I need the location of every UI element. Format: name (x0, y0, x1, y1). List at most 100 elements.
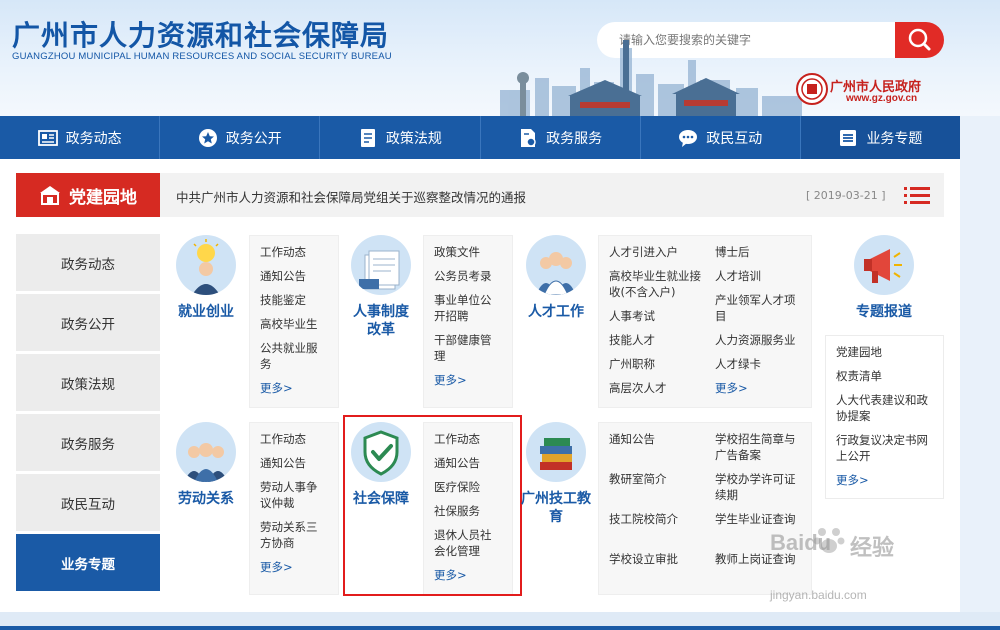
sidebar-item-news[interactable]: 政务动态 (16, 234, 160, 291)
link-item[interactable]: 人才引进入户 (609, 244, 701, 260)
more-link[interactable]: 更多> (715, 380, 805, 396)
link-item[interactable]: 公务员考录 (434, 268, 502, 284)
nav-label: 政民互动 (706, 130, 763, 147)
nav-item-topics[interactable]: 业务专题 (800, 116, 961, 159)
nav-label: 业务专题 (866, 130, 923, 147)
link-item[interactable]: 技工院校简介 (609, 511, 701, 527)
link-item[interactable]: 教研室简介 (609, 471, 701, 487)
sidebar-item-service[interactable]: 政务服务 (16, 414, 160, 471)
link-item[interactable]: 劳动人事争议仲裁 (260, 479, 328, 511)
nav-item-news[interactable]: 政务动态 (0, 116, 161, 159)
link-item[interactable]: 事业单位公开招聘 (434, 292, 502, 324)
party-building-bar: 党建园地 中共广州市人力资源和社会保障局党组关于巡察整改情况的通报 [ 2019… (16, 173, 944, 217)
nav-item-interact[interactable]: 政民互动 (641, 116, 801, 159)
nav-item-public[interactable]: 政务公开 (160, 116, 321, 159)
search-button[interactable] (895, 22, 944, 58)
gov-emblem-icon (796, 73, 828, 105)
link-item[interactable]: 人力资源服务业 (715, 332, 805, 348)
main-nav: 政务动态 政务公开 政策法规 政务服务 政民互动 业务专题 (0, 116, 961, 159)
party-badge-label: 党建园地 (69, 187, 137, 208)
party-news-link[interactable]: 中共广州市人力资源和社会保障局党组关于巡察整改情况的通报 (176, 187, 526, 206)
site-header: 广州市人力资源和社会保障局 GUANGZHOU MUNICIPAL HUMAN … (0, 0, 1000, 116)
link-box-jigong: 通知公告 教研室简介 技工院校简介 学校设立审批 学校招生简章与广告备案 学校办… (598, 422, 812, 595)
watermark-brand: Baidu (770, 530, 832, 555)
category-jiuye[interactable]: 就业创业 (161, 235, 251, 321)
link-item[interactable]: 学校办学许可证续期 (715, 471, 805, 503)
link-box-zhuanti: 党建园地 权责清单 人大代表建议和政协提案 行政复议决定书网上公开 更多> (825, 335, 944, 499)
city-skyline-icon (500, 40, 802, 116)
megaphone-icon (854, 235, 914, 295)
link-item[interactable]: 学校招生简章与广告备案 (715, 431, 805, 463)
link-item[interactable]: 高校毕业生就业接收(不含入户) (609, 268, 701, 300)
link-item[interactable]: 公共就业服务 (260, 340, 328, 372)
link-item[interactable]: 干部健康管理 (434, 332, 502, 364)
link-item[interactable]: 通知公告 (260, 268, 328, 284)
list-doc-icon (840, 129, 857, 146)
sidebar-item-topics[interactable]: 业务专题 (16, 534, 160, 591)
link-item[interactable]: 学生毕业证查询 (715, 511, 805, 527)
link-item[interactable]: 人大代表建议和政协提案 (836, 392, 933, 424)
link-item[interactable]: 博士后 (715, 244, 805, 260)
link-item[interactable]: 技能鉴定 (260, 292, 328, 308)
link-item[interactable]: 通知公告 (609, 431, 701, 447)
lightbulb-person-icon (176, 235, 236, 295)
link-item[interactable]: 人事考试 (609, 308, 701, 324)
category-jigong[interactable]: 广州技工教育 (511, 422, 601, 526)
sidebar-item-public[interactable]: 政务公开 (16, 294, 160, 351)
link-item[interactable]: 权责清单 (836, 368, 933, 384)
link-box-jiuye: 工作动态 通知公告 技能鉴定 高校毕业生 公共就业服务 更多> (249, 235, 339, 408)
link-item[interactable]: 高校毕业生 (260, 316, 328, 332)
link-item[interactable]: 劳动关系三方协商 (260, 519, 328, 551)
documents-icon (351, 235, 411, 295)
sidebar: 政务动态 政务公开 政策法规 政务服务 政民互动 业务专题 (16, 234, 160, 594)
link-item[interactable]: 工作动态 (260, 244, 328, 260)
gov-url[interactable]: www.gz.gov.cn (846, 93, 917, 104)
people-group-icon (526, 235, 586, 295)
site-title[interactable]: 广州市人力资源和社会保障局 (12, 14, 389, 54)
link-item[interactable]: 人才培训 (715, 268, 805, 284)
star-icon (198, 128, 217, 147)
link-item[interactable]: 学校设立审批 (609, 551, 701, 567)
sidebar-item-interact[interactable]: 政民互动 (16, 474, 160, 531)
nav-label: 政务动态 (65, 130, 122, 147)
nav-item-service[interactable]: 政务服务 (481, 116, 641, 159)
highlight-box (343, 415, 522, 596)
nav-label: 政策法规 (385, 130, 442, 147)
nav-item-policy[interactable]: 政策法规 (320, 116, 481, 159)
more-link[interactable]: 更多> (434, 372, 502, 388)
party-house-icon (40, 186, 60, 205)
more-link[interactable]: 更多> (260, 380, 328, 396)
nav-label: 政务公开 (225, 130, 282, 147)
category-title: 劳动关系 (178, 491, 234, 507)
category-zhuanti[interactable]: 专题报道 (839, 235, 929, 321)
category-laodong[interactable]: 劳动关系 (161, 422, 251, 508)
party-news-date: [ 2019-03-21 ] (806, 189, 886, 202)
category-rencai[interactable]: 人才工作 (511, 235, 601, 321)
watermark-brand-cn: 经验 (850, 536, 895, 561)
sidebar-item-policy[interactable]: 政策法规 (16, 354, 160, 411)
link-item[interactable]: 技能人才 (609, 332, 701, 348)
more-link[interactable]: 更多> (836, 472, 933, 488)
link-item[interactable]: 通知公告 (260, 455, 328, 471)
link-item[interactable]: 行政复议决定书网上公开 (836, 432, 933, 464)
link-box-laodong: 工作动态 通知公告 劳动人事争议仲裁 劳动关系三方协商 更多> (249, 422, 339, 595)
site-title-en: GUANGZHOU MUNICIPAL HUMAN RESOURCES AND … (12, 51, 392, 62)
link-item[interactable]: 产业领军人才项目 (715, 292, 805, 324)
party-building-badge[interactable]: 党建园地 (16, 173, 160, 217)
more-link[interactable]: 更多> (260, 559, 328, 575)
link-item[interactable]: 党建园地 (836, 344, 933, 360)
document-icon (360, 128, 375, 147)
link-box-rencai: 人才引进入户 高校毕业生就业接收(不含入户) 人事考试 技能人才 广州职称 高层… (598, 235, 812, 408)
search-icon (908, 28, 931, 51)
category-title: 广州技工教育 (521, 491, 591, 525)
list-icon[interactable] (904, 185, 930, 207)
workers-group-icon (176, 422, 236, 482)
link-item[interactable]: 高层次人才 (609, 380, 701, 396)
link-item[interactable]: 人才绿卡 (715, 356, 805, 372)
books-icon (526, 422, 586, 482)
link-item[interactable]: 政策文件 (434, 244, 502, 260)
link-item[interactable]: 工作动态 (260, 431, 328, 447)
link-item[interactable]: 广州职称 (609, 356, 701, 372)
watermark-url: jingyan.baidu.com (770, 588, 867, 602)
category-renshi[interactable]: 人事制度改革 (336, 235, 426, 339)
